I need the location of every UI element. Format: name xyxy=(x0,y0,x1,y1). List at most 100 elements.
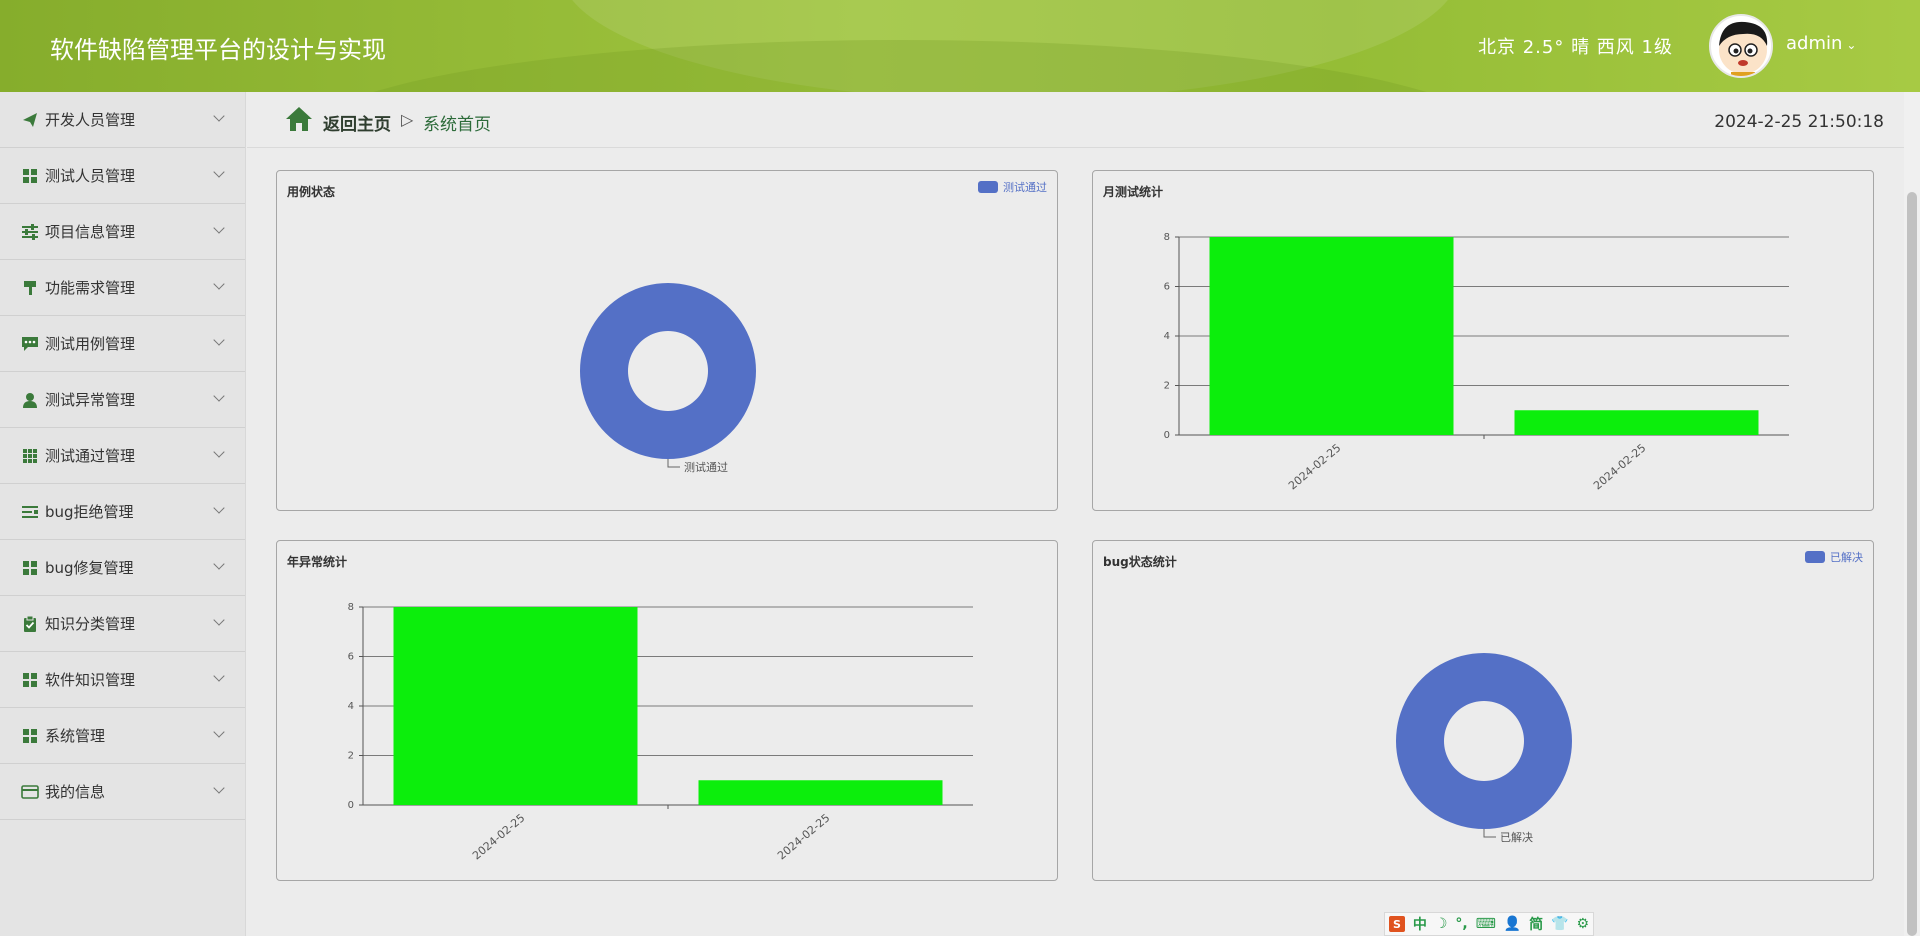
y-tick-label: 0 xyxy=(348,800,354,811)
y-tick-label: 2 xyxy=(348,751,354,762)
y-tick-label: 6 xyxy=(1164,282,1170,293)
ime-settings-icon[interactable]: ⚙ xyxy=(1576,916,1589,932)
sidebar-item-exception[interactable]: 测试异常管理 xyxy=(0,372,245,428)
clipboard-check-icon xyxy=(20,615,40,633)
x-tick-label: 2024-02-25 xyxy=(775,811,832,862)
chevron-down-icon xyxy=(213,558,225,570)
bar xyxy=(698,780,943,805)
pie-slice xyxy=(579,283,756,459)
ime-skin-icon[interactable]: 👕 xyxy=(1551,916,1568,932)
ime-keyboard-icon[interactable]: ⌨ xyxy=(1476,916,1496,932)
x-tick-label: 2024-02-25 xyxy=(1286,441,1343,492)
weather-info: 北京 2.5° 晴 西风 1级 xyxy=(1478,37,1673,58)
chevron-down-icon xyxy=(213,390,225,402)
pie-label-line xyxy=(667,459,680,468)
pie-slice xyxy=(1395,653,1572,829)
sidebar-item-label: 测试通过管理 xyxy=(45,447,136,465)
home-link[interactable]: 返回主页 xyxy=(323,110,391,135)
chevron-down-icon xyxy=(213,166,225,178)
chevron-down-icon xyxy=(213,782,225,794)
sidebar-item-label: 功能需求管理 xyxy=(45,279,136,297)
id-card-icon xyxy=(20,783,40,801)
chevron-down-icon xyxy=(213,614,225,626)
scrollbar-thumb[interactable] xyxy=(1907,192,1917,936)
app-title: 软件缺陷管理平台的设计与实现 xyxy=(50,36,386,64)
sliders-icon xyxy=(20,223,40,241)
sidebar-item-label: bug修复管理 xyxy=(45,559,134,577)
user-menu[interactable]: admin ⌄ xyxy=(1786,33,1856,54)
ime-logo-icon[interactable]: S xyxy=(1388,916,1405,932)
ime-mode-chinese[interactable]: 中 xyxy=(1413,914,1427,934)
donut-chart: 已解决 xyxy=(1395,653,1572,844)
sidebar-item-knowledge[interactable]: 软件知识管理 xyxy=(0,652,245,708)
chevron-down-icon xyxy=(213,334,225,346)
sidebar: 开发人员管理 测试人员管理 项目信息管理 功能需求管理 测试用例管理 测试异常管… xyxy=(0,92,246,936)
sidebar-item-bug-fix[interactable]: bug修复管理 xyxy=(0,540,245,596)
y-tick-label: 4 xyxy=(348,701,354,712)
donut-chart: 测试通过 xyxy=(579,283,756,474)
bar-chart: 0 2 4 6 8 2024-02-25 2024-02-25 xyxy=(1164,232,1789,492)
sidebar-item-tester[interactable]: 测试人员管理 xyxy=(0,148,245,204)
x-tick-label: 2024-02-25 xyxy=(1591,441,1648,492)
sidebar-item-developer[interactable]: 开发人员管理 xyxy=(0,92,245,148)
bar-chart: 0 2 4 6 8 2024-02-25 2024-02-25 xyxy=(348,602,973,862)
sidebar-item-requirements[interactable]: 功能需求管理 xyxy=(0,260,245,316)
chevron-down-icon: ⌄ xyxy=(1846,38,1857,52)
sidebar-item-profile[interactable]: 我的信息 xyxy=(0,764,245,820)
chevron-down-icon xyxy=(213,222,225,234)
sidebar-item-knowledge-category[interactable]: 知识分类管理 xyxy=(0,596,245,652)
grid-icon xyxy=(20,167,40,185)
chevron-down-icon xyxy=(213,278,225,290)
chart-panel-bug-status: bug状态统计 已解决 已解决 xyxy=(1092,540,1874,881)
chart-panel-monthly-test: 月测试统计 0 2 4 6 8 2024-02-25 2024-02-25 xyxy=(1092,170,1874,511)
ime-moon-icon[interactable]: ☽ xyxy=(1435,916,1448,932)
ime-user-icon[interactable]: 👤 xyxy=(1504,916,1521,932)
x-tick-label: 2024-02-25 xyxy=(470,811,527,862)
chart-panel-yearly-exception: 年异常统计 0 2 4 6 8 2024-02-25 2024-02-25 xyxy=(276,540,1058,881)
ime-punctuation-icon[interactable]: °, xyxy=(1455,916,1467,932)
chevron-down-icon xyxy=(213,110,225,122)
avatar[interactable] xyxy=(1709,14,1773,78)
sidebar-item-label: 项目信息管理 xyxy=(45,223,136,241)
sidebar-item-testcase[interactable]: 测试用例管理 xyxy=(0,316,245,372)
grid-icon xyxy=(20,727,40,745)
bar xyxy=(393,607,638,805)
comment-icon xyxy=(20,335,40,353)
sidebar-item-label: 开发人员管理 xyxy=(45,111,136,129)
sidebar-item-label: 知识分类管理 xyxy=(45,615,136,633)
sidebar-item-passed[interactable]: 测试通过管理 xyxy=(0,428,245,484)
pie-label-line xyxy=(1483,829,1496,838)
chevron-down-icon xyxy=(213,446,225,458)
y-tick-label: 2 xyxy=(1164,381,1170,392)
y-tick-label: 8 xyxy=(348,602,354,613)
sidebar-item-project[interactable]: 项目信息管理 xyxy=(0,204,245,260)
sidebar-item-label: 软件知识管理 xyxy=(45,671,136,689)
datetime-display: 2024-2-25 21:50:18 xyxy=(1714,112,1884,132)
y-tick-label: 4 xyxy=(1164,331,1170,342)
sidebar-item-bug-reject[interactable]: bug拒绝管理 xyxy=(0,484,245,540)
home-icon[interactable] xyxy=(285,106,313,136)
sidebar-item-label: 测试用例管理 xyxy=(45,335,136,353)
sidebar-item-label: 测试异常管理 xyxy=(45,391,136,409)
list-icon xyxy=(20,503,40,521)
avatar-face-icon xyxy=(1719,21,1768,76)
chevron-down-icon xyxy=(213,726,225,738)
user-icon xyxy=(20,391,40,409)
chart-panel-case-status: 用例状态 测试通过 测试通过 xyxy=(276,170,1058,511)
ime-toolbar: S 中 ☽ °, ⌨ 👤 简 👕 ⚙ xyxy=(1384,912,1594,936)
page-scrollbar[interactable] xyxy=(1904,92,1920,936)
y-tick-label: 8 xyxy=(1164,232,1170,243)
grid-nine-icon xyxy=(20,447,40,465)
sidebar-item-label: 系统管理 xyxy=(45,727,106,745)
sidebar-item-label: 我的信息 xyxy=(45,783,106,801)
username: admin xyxy=(1786,33,1843,54)
sidebar-item-system[interactable]: 系统管理 xyxy=(0,708,245,764)
grid-icon xyxy=(20,559,40,577)
paint-roller-icon xyxy=(20,279,40,297)
chevron-down-icon xyxy=(213,502,225,514)
pie-label: 测试通过 xyxy=(684,461,728,474)
sidebar-item-label: 测试人员管理 xyxy=(45,167,136,185)
ime-simplified[interactable]: 简 xyxy=(1529,914,1543,934)
paper-plane-icon xyxy=(20,111,40,129)
app-header: 软件缺陷管理平台的设计与实现 北京 2.5° 晴 西风 1级 admin ⌄ xyxy=(0,0,1920,92)
